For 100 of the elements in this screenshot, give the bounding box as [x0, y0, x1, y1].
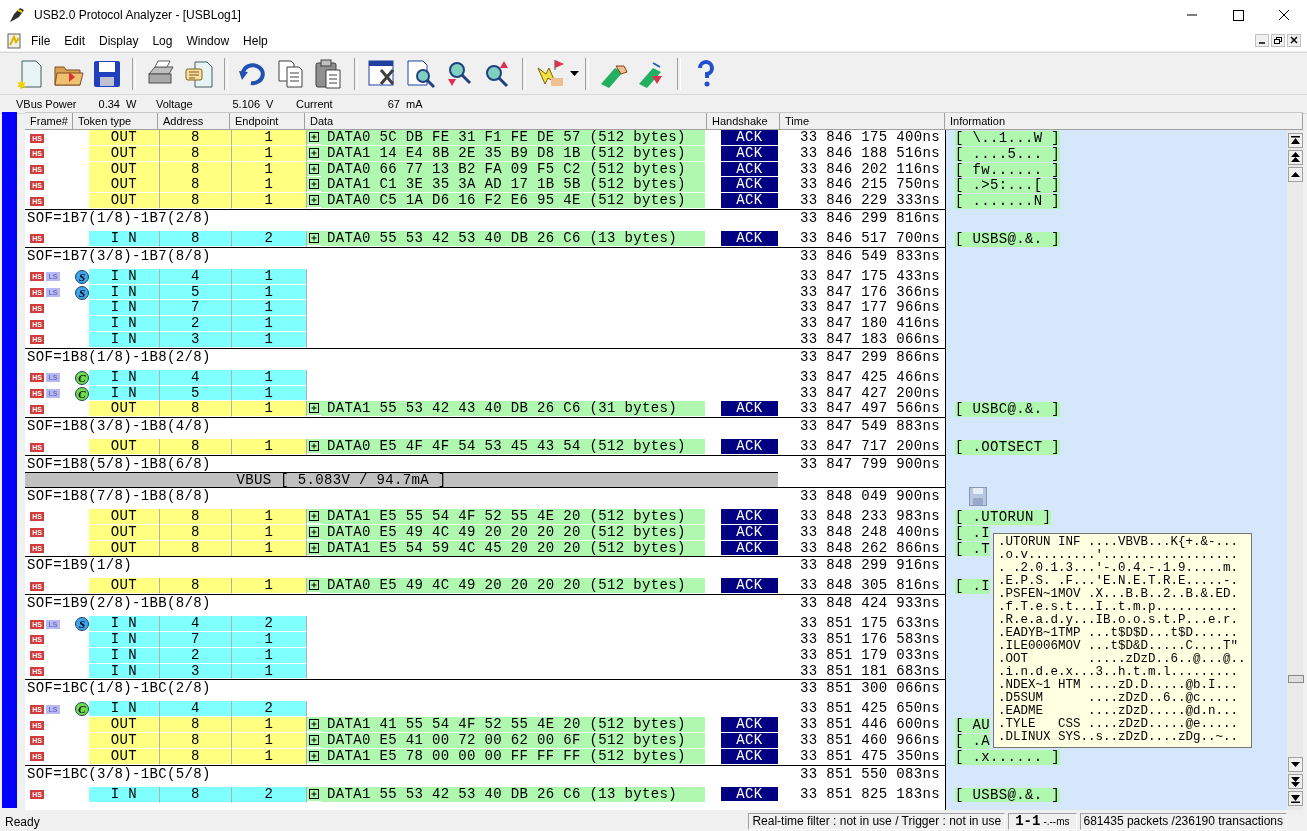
expand-icon[interactable] — [307, 130, 321, 144]
data-cell: DATA1 E5 55 54 4F 52 55 4E 20 (512 bytes) — [321, 508, 705, 524]
menu-item[interactable]: Edit — [57, 31, 93, 50]
endpoint-cell: 1 — [232, 508, 307, 525]
time-cell: 33 848 049 900ns — [780, 486, 945, 510]
handshake-status: ACK — [721, 508, 778, 524]
time-cell-text: 33 848 233 983ns — [798, 508, 941, 525]
menu-item[interactable]: Window — [179, 31, 237, 50]
handshake-status: ACK — [721, 193, 778, 208]
token-cell: I N — [89, 369, 160, 386]
window-title: USB2.0 Protocol Analyzer - [USBLog1] — [34, 8, 241, 22]
address-cell: 4 — [160, 701, 232, 718]
frame-label: SOF=1B9(1/8) — [27, 557, 133, 574]
time-cell-text: 33 847 717 200ns — [798, 439, 941, 456]
data-cell: DATA0 5C DB FE 31 F1 FE DE 57 (512 bytes) — [321, 130, 705, 145]
tooltip-line: .ILE0006MOV ...t$D&D.....C....T" — [998, 640, 1240, 653]
scroll-bottom-icon[interactable] — [1287, 791, 1303, 806]
expand-icon[interactable] — [307, 231, 321, 245]
menu-item[interactable]: Display — [92, 31, 146, 50]
time-cell-text: 33 848 262 866ns — [798, 540, 941, 557]
scroll-thumb[interactable] — [1288, 675, 1304, 683]
column-header[interactable]: Token type — [73, 113, 158, 129]
info-text: [ .T — [955, 541, 990, 557]
time-cell-text: 33 851 425 650ns — [798, 701, 941, 718]
page-down-icon[interactable] — [1287, 774, 1303, 789]
address-cell: 4 — [160, 268, 232, 285]
time-cell-text: 33 847 497 566ns — [798, 401, 941, 418]
minimize-icon[interactable] — [1255, 34, 1269, 47]
endpoint-cell: 1 — [232, 717, 307, 734]
token-cell: I N — [89, 616, 160, 632]
endpoint-cell: 1 — [232, 268, 307, 285]
scrollbar[interactable] — [1287, 130, 1303, 810]
page-up-icon[interactable] — [1287, 150, 1303, 165]
menu-item[interactable]: Help — [236, 31, 275, 50]
endpoint-cell: 1 — [232, 439, 307, 456]
info-text: [ .I — [955, 525, 990, 541]
tooltip-line: .TYLE CSS ....zDzD.....@e..... — [998, 718, 1240, 731]
info-text: [ USBS@.&. ] — [955, 787, 1061, 803]
time-cell-text: 33 847 180 416ns — [798, 316, 941, 332]
token-cell: OUT — [89, 177, 160, 194]
menu-item[interactable]: File — [24, 31, 58, 50]
endpoint-cell: 1 — [232, 316, 307, 332]
column-header[interactable]: Information — [945, 113, 1303, 129]
expand-icon[interactable] — [307, 786, 321, 801]
power-unit: W — [125, 98, 138, 110]
info-text: [ .I — [955, 579, 990, 595]
menu-item[interactable]: Log — [145, 31, 180, 50]
column-header[interactable]: Time — [780, 113, 945, 129]
expand-icon[interactable] — [307, 401, 321, 416]
caret-icon[interactable] — [570, 70, 579, 77]
column-header[interactable]: Endpoint — [230, 113, 305, 129]
time-cell: 33 851 550 083ns — [780, 764, 945, 787]
handshake-status: ACK — [721, 130, 778, 145]
scroll-down-icon[interactable] — [1287, 757, 1303, 772]
column-header[interactable]: Data — [305, 113, 707, 129]
info-text: [ AU — [955, 718, 990, 733]
expand-icon[interactable] — [307, 578, 321, 593]
time-cell-text: 33 846 188 516ns — [798, 145, 941, 162]
handshake-status: ACK — [721, 578, 778, 594]
endpoint-cell: 1 — [232, 177, 307, 194]
endpoint-cell: 1 — [232, 369, 307, 386]
scroll-up-icon[interactable] — [1287, 167, 1303, 182]
find-icon[interactable] — [405, 57, 437, 90]
endpoint-cell: 2 — [232, 786, 307, 803]
expand-icon[interactable] — [307, 193, 321, 208]
time-cell-text: 33 851 176 583ns — [798, 631, 941, 648]
column-header[interactable]: Frame# — [25, 113, 73, 129]
tooltip-line: .DLINUX SYS..s..zDzD....zDg..~.. — [998, 731, 1240, 744]
expand-icon[interactable] — [307, 439, 321, 454]
address-cell: 4 — [160, 369, 232, 386]
time-cell: 33 848 299 916ns — [780, 556, 945, 579]
handshake-status: ACK — [721, 439, 778, 454]
data-cell: DATA1 55 53 42 53 40 DB 26 C6 (13 bytes) — [321, 786, 705, 802]
time-cell-text: 33 851 825 183ns — [798, 786, 941, 803]
duration-value: -.--ms — [1043, 815, 1070, 829]
frame-label: SOF=1BC(1/8)-1BC(2/8) — [27, 680, 211, 697]
address-cell: 8 — [160, 439, 232, 456]
column-header[interactable]: Address — [158, 113, 230, 129]
scroll-top-icon[interactable] — [1287, 133, 1303, 148]
status-marker: S — [75, 285, 89, 300]
address-cell: 8 — [160, 717, 232, 734]
expand-icon[interactable] — [307, 508, 321, 523]
time-cell-text: 33 851 179 033ns — [798, 647, 941, 664]
time-cell-text: 33 848 305 816ns — [798, 578, 941, 595]
time-cell: 33 848 424 933ns — [780, 594, 945, 617]
status-marker: S — [75, 617, 89, 632]
tooltip-line: .f.T.e.s.t...I..t.m.p........... — [998, 601, 1240, 614]
address-cell: 8 — [160, 508, 232, 525]
expand-icon[interactable] — [307, 177, 321, 192]
tooltip-line: .o.v.........'.................. — [998, 549, 1240, 562]
info-text: [ .OOTSECT ] — [955, 440, 1061, 455]
time-cell-text: 33 851 181 683ns — [798, 663, 941, 680]
power-label: Current — [296, 98, 334, 110]
expand-icon[interactable] — [307, 717, 321, 732]
tooltip-line: .i.n.d.e.x...3..h.t.m.l......... — [998, 666, 1240, 679]
restore-icon[interactable] — [1271, 34, 1285, 47]
data-cell: DATA0 E5 49 4C 49 20 20 20 20 (512 bytes) — [321, 578, 705, 594]
column-header[interactable]: Handshake — [707, 113, 780, 129]
close-icon[interactable] — [1287, 34, 1301, 47]
tooltip-line: .UTORUN INF ....VBVB...K{+.&-... — [998, 536, 1240, 549]
